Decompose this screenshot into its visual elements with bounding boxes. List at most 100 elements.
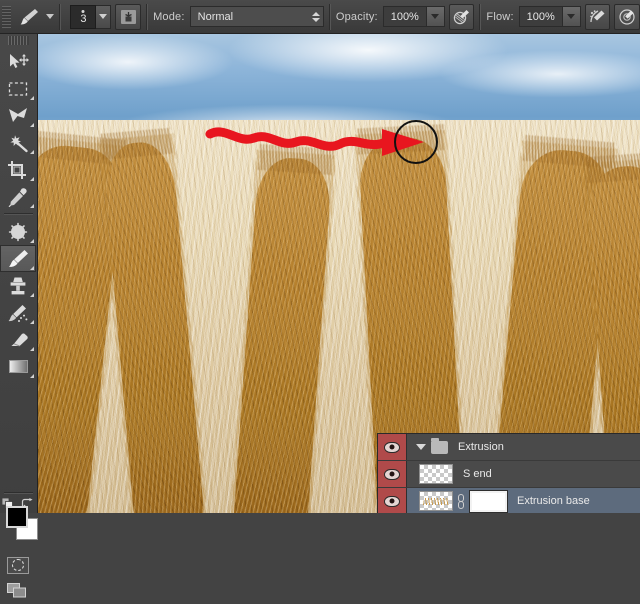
flow-dropdown-button[interactable] xyxy=(561,6,581,27)
options-bar: 3 Mode: Normal Opacity: 100% Flow: 100% xyxy=(0,0,640,34)
triangle-down-icon[interactable] xyxy=(416,444,426,450)
sidebar-item-history-brush-tool[interactable] xyxy=(0,299,36,326)
layer-visibility-toggle[interactable] xyxy=(378,434,407,460)
tool-flyout-indicator-icon xyxy=(30,266,34,270)
flow-label: Flow: xyxy=(486,10,514,23)
spot-healing-brush-icon xyxy=(8,222,28,241)
tool-flyout-indicator-icon xyxy=(30,96,34,100)
tool-flyout-indicator-icon xyxy=(30,374,34,378)
opacity-label: Opacity: xyxy=(335,10,378,23)
layer-row-selected[interactable]: Extrusion base xyxy=(378,488,640,513)
tool-flyout-indicator-icon xyxy=(30,320,34,324)
opacity-pressure-button[interactable] xyxy=(448,3,475,30)
airbrush-button[interactable] xyxy=(584,3,611,30)
quick-mask-mode-icon xyxy=(7,556,29,574)
layer-name: S end xyxy=(463,468,492,480)
tools-panel xyxy=(0,34,38,598)
tool-flyout-indicator-icon xyxy=(30,204,34,208)
tool-flyout-indicator-icon xyxy=(30,177,34,181)
up-down-arrows-icon xyxy=(311,11,320,22)
brush-size-stepper[interactable]: 3 xyxy=(70,4,112,29)
sidebar-item-eraser-tool[interactable] xyxy=(0,326,36,353)
sidebar-item-marquee-tool[interactable] xyxy=(0,75,36,102)
divider xyxy=(4,492,33,494)
mode-label: Mode: xyxy=(153,10,185,23)
opacity-value[interactable]: 100% xyxy=(382,6,426,27)
sidebar-item-magic-wand-tool[interactable] xyxy=(0,129,36,156)
toggle-brush-panel-button[interactable] xyxy=(115,3,142,30)
sidebar-item-spot-healing-tool[interactable] xyxy=(0,218,36,245)
drag-grip-icon[interactable] xyxy=(2,5,11,28)
divider xyxy=(146,3,149,30)
tablet-pressure-opacity-icon xyxy=(453,10,469,25)
eraser-icon xyxy=(11,332,28,346)
crop-icon xyxy=(8,160,26,179)
eyedropper-icon xyxy=(8,187,27,207)
chevron-down-icon xyxy=(99,14,108,19)
sidebar-item-brush-tool[interactable] xyxy=(0,245,36,272)
clone-stamp-icon xyxy=(10,277,26,294)
layer-mask-thumbnail[interactable] xyxy=(469,489,508,513)
brush-size-input[interactable]: 3 xyxy=(70,4,97,29)
layer-name: Extrusion base xyxy=(517,495,590,507)
divider xyxy=(4,213,33,215)
flow-value[interactable]: 100% xyxy=(518,6,562,27)
foreground-color-swatch[interactable] xyxy=(6,506,28,528)
divider xyxy=(479,3,482,30)
sidebar-item-clone-stamp-tool[interactable] xyxy=(0,272,36,299)
photoshop-window: 3 Mode: Normal Opacity: 100% Flow: 100% … xyxy=(0,0,640,598)
opacity-control[interactable]: 100% xyxy=(382,6,445,27)
brush-size-dropdown-button[interactable] xyxy=(96,4,112,29)
screen-mode-icon xyxy=(7,583,26,598)
sidebar-item-move-tool[interactable] xyxy=(0,48,36,75)
tool-flyout-indicator-icon xyxy=(30,150,34,154)
sidebar-item-lasso-tool[interactable] xyxy=(0,102,36,129)
sidebar-item-gradient-tool[interactable] xyxy=(0,353,36,380)
gradient-icon xyxy=(8,360,28,373)
brush-icon xyxy=(8,250,28,267)
eye-visible-icon xyxy=(384,468,400,480)
brush-size-value: 3 xyxy=(80,12,87,25)
layer-visibility-toggle[interactable] xyxy=(378,461,407,487)
blend-mode-select[interactable]: Normal xyxy=(189,6,324,27)
move-tool-icon xyxy=(10,53,29,68)
history-brush-icon xyxy=(8,304,28,322)
rectangular-marquee-icon xyxy=(8,81,28,96)
tool-flyout-indicator-icon xyxy=(30,123,34,127)
blend-mode-value: Normal xyxy=(197,10,234,23)
tablet-pressure-size-icon xyxy=(619,9,635,25)
flow-control[interactable]: 100% xyxy=(518,6,581,27)
polygonal-lasso-icon xyxy=(9,108,27,122)
toggle-brush-panel-icon xyxy=(120,9,136,24)
opacity-dropdown-button[interactable] xyxy=(425,6,445,27)
layer-row-group[interactable]: Extrusion xyxy=(378,434,640,461)
divider xyxy=(59,3,62,30)
sidebar-item-crop-tool[interactable] xyxy=(0,156,36,183)
drag-grip-icon[interactable] xyxy=(8,36,29,45)
quick-mask-toggle[interactable] xyxy=(0,552,36,578)
chevron-down-icon[interactable] xyxy=(46,14,55,19)
layers-panel[interactable]: Extrusion S end Extrusion base xyxy=(377,433,640,513)
eye-visible-icon xyxy=(384,495,400,507)
layer-row[interactable]: S end xyxy=(378,461,640,488)
tool-flyout-indicator-icon xyxy=(30,347,34,351)
tool-preset-picker[interactable] xyxy=(14,4,44,30)
layer-name: Extrusion xyxy=(458,441,504,453)
layer-thumbnail[interactable] xyxy=(419,464,453,484)
magic-wand-icon xyxy=(10,134,28,152)
tool-flyout-indicator-icon xyxy=(30,239,34,243)
folder-icon xyxy=(431,437,448,454)
sidebar-item-eyedropper-tool[interactable] xyxy=(0,183,36,210)
tool-flyout-indicator-icon xyxy=(30,293,34,297)
layer-thumbnail[interactable] xyxy=(419,491,453,511)
size-pressure-button[interactable] xyxy=(614,3,640,30)
brush-tool-icon xyxy=(20,8,38,24)
screen-mode-button[interactable] xyxy=(0,578,36,604)
eye-visible-icon xyxy=(384,441,400,453)
link-mask-icon[interactable] xyxy=(457,493,466,509)
brush-tip-preview-icon xyxy=(81,9,85,13)
divider xyxy=(328,3,331,30)
airbrush-icon xyxy=(589,10,605,23)
layer-visibility-toggle[interactable] xyxy=(378,488,407,513)
color-swatches xyxy=(0,498,38,552)
